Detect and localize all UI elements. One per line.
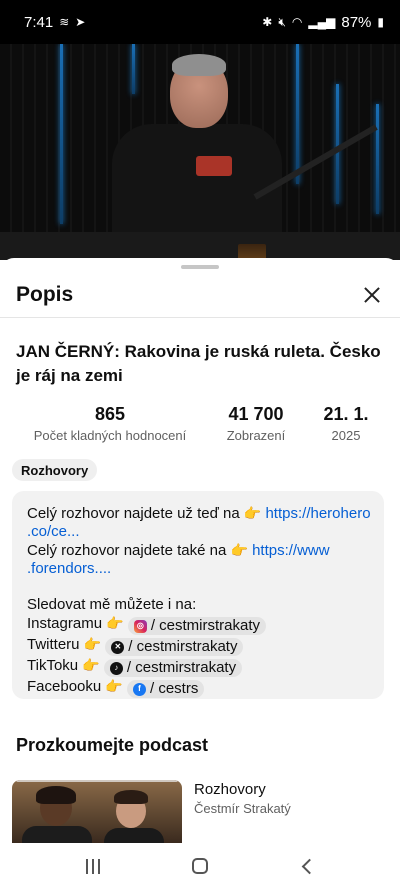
video-stats: 865 Počet kladných hodnocení 41 700 Zobr… [0, 402, 400, 452]
podcast-thumbnail[interactable] [12, 780, 182, 843]
thumb-person [36, 786, 76, 804]
guest-hair [172, 54, 226, 76]
drag-handle[interactable] [181, 265, 219, 269]
forendors-link-cont[interactable]: .forendors.... [27, 560, 111, 577]
bluetooth-icon: ✱ [262, 15, 273, 29]
pointing-hand-icon: 👉 [83, 636, 102, 652]
description-sheet: Popis JAN ČERNÝ: Rakovina je ruská rulet… [0, 258, 400, 843]
sheet-title: Popis [16, 282, 74, 306]
home-button[interactable] [180, 851, 220, 881]
recents-button[interactable] [73, 851, 113, 881]
herohero-link-cont[interactable]: .co/ce... [27, 523, 80, 540]
podcast-author[interactable]: Čestmír Strakatý [194, 800, 291, 818]
desc-line: .forendors.... [27, 560, 369, 578]
signal-wave-icon: ≋ [59, 15, 70, 29]
social-platform: Twitteru [27, 636, 80, 653]
views-stat: 41 700 Zobrazení [210, 402, 302, 446]
sheet-header: Popis [0, 272, 400, 318]
social-handle: / cestrs [150, 680, 199, 697]
thumb-person [114, 790, 148, 804]
social-line-tiktok: TikToku 👉 ♪ / cestmirstrakaty [27, 656, 369, 677]
close-icon[interactable] [360, 283, 384, 307]
tiktok-link[interactable]: ♪ / cestmirstrakaty [103, 659, 243, 677]
home-icon [191, 858, 208, 874]
studio-table [0, 232, 400, 260]
likes-stat: 865 Počet kladných hodnocení [20, 402, 200, 446]
pointing-hand-icon: 👉 [82, 657, 100, 673]
forendors-link[interactable]: https://www [252, 542, 330, 559]
x-icon: ✕ [111, 640, 125, 654]
status-time: 7:41 [24, 13, 54, 31]
publish-year: 2025 [331, 428, 361, 443]
social-handle: / cestmirstrakaty [126, 659, 237, 676]
description-box: Celý rozhovor najdete už teď na 👉 https:… [12, 491, 384, 699]
social-handle: / cestmirstrakaty [128, 638, 238, 655]
podcast-card[interactable]: Rozhovory Čestmír Strakatý [12, 780, 388, 843]
likes-label: Počet kladných hodnocení [33, 428, 187, 443]
social-line-facebook: Facebooku 👉 f / cestrs [27, 677, 369, 698]
desc-text: Celý rozhovor najdete už teď na [27, 505, 240, 522]
twitter-link[interactable]: ✕ / cestmirstrakaty [105, 638, 244, 656]
pointing-hand-icon: 👉 [243, 505, 262, 521]
battery-percent: 87% [341, 13, 372, 31]
status-right: ✱ 🔇︎ ◠ ▂▄▆ 87% ▮ [262, 14, 384, 31]
social-platform: Instagramu [27, 615, 103, 632]
pointing-hand-icon: 👉 [105, 678, 123, 694]
social-platform: TikToku [27, 657, 79, 674]
desc-line: Celý rozhovor najdete už teď na 👉 https:… [27, 504, 371, 523]
podcast-name[interactable]: Rozhovory [194, 780, 266, 800]
desc-line: .co/ce... [27, 523, 369, 541]
social-line-instagram: Instagramu 👉 ◎ / cestmirstrakaty [27, 614, 369, 635]
pointing-hand-icon: 👉 [106, 615, 124, 631]
views-label: Zobrazení [226, 428, 286, 443]
social-line-twitter: Twitteru 👉 ✕ / cestmirstrakaty [27, 635, 369, 656]
battery-icon: ▮ [377, 15, 384, 29]
led-strip [132, 44, 135, 94]
desc-line: Celý rozhovor najdete také na 👉 https://… [27, 541, 369, 560]
led-strip [60, 44, 63, 224]
led-strip [376, 104, 379, 214]
publish-date: 21. 1. [323, 404, 369, 424]
status-bar: 7:41 ≋ ➤ ✱ 🔇︎ ◠ ▂▄▆ 87% ▮ [0, 0, 400, 44]
date-stat: 21. 1. 2025 [312, 402, 380, 446]
video-title: JAN ČERNÝ: Rakovina je ruská ruleta. Čes… [16, 342, 381, 385]
explore-podcast-title: Prozkoumejte podcast [16, 735, 209, 755]
instagram-link[interactable]: ◎ / cestmirstrakaty [127, 617, 267, 635]
thumb-person [22, 826, 92, 843]
navigation-bar [0, 843, 400, 889]
tag-chip[interactable]: Rozhovory [12, 459, 98, 481]
back-icon [301, 858, 318, 874]
status-left: 7:41 ≋ ➤ [24, 14, 85, 31]
back-button[interactable] [287, 851, 327, 881]
led-strip [296, 44, 299, 184]
wifi-icon: ◠ [291, 15, 303, 29]
desc-spacer [27, 578, 369, 596]
social-platform: Facebooku [27, 678, 102, 695]
facebook-link[interactable]: f / cestrs [127, 680, 205, 698]
herohero-link[interactable]: https://herohero [265, 505, 370, 522]
recents-icon [86, 858, 101, 874]
facebook-icon: f [133, 682, 146, 696]
video-player[interactable] [0, 44, 400, 260]
telegram-icon: ➤ [75, 15, 86, 29]
shirt-logo [196, 156, 232, 176]
social-handle: / cestmirstrakaty [150, 617, 261, 634]
instagram-icon: ◎ [133, 619, 147, 633]
follow-text: Sledovat mě můžete i na: [27, 596, 197, 613]
cell-signal-icon: ▂▄▆ [308, 15, 336, 29]
tiktok-icon: ♪ [109, 661, 123, 675]
desc-text: Celý rozhovor najdete také na [27, 542, 227, 559]
playlist-stack [16, 780, 178, 782]
mute-icon: 🔇︎ [278, 14, 286, 29]
thumb-person [104, 828, 164, 843]
likes-count: 865 [94, 404, 126, 424]
views-count: 41 700 [228, 404, 284, 424]
pointing-hand-icon: 👉 [230, 542, 248, 558]
